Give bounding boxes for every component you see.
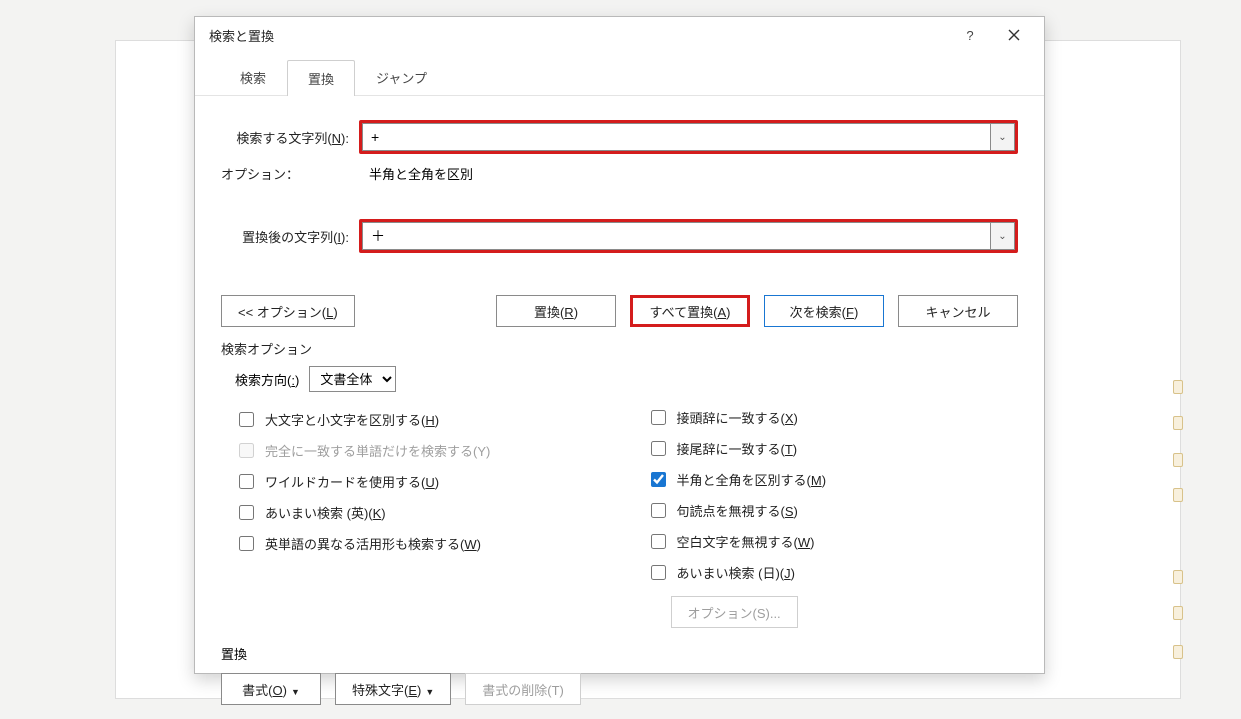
word-forms-label: 英単語の異なる活用形も検索する(W) — [265, 534, 481, 553]
fuzzy-en-label: あいまい検索 (英)(K) — [265, 503, 386, 522]
ignore-punct-checkbox[interactable]: 句読点を無視する(S) — [647, 495, 1019, 526]
ignore-space-label: 空白文字を無視する(W) — [677, 532, 815, 551]
word-forms-input[interactable] — [239, 536, 254, 551]
match-suffix-input[interactable] — [651, 441, 666, 456]
fuzzy-ja-options-button: オプション(S)... — [671, 596, 798, 628]
tab-search[interactable]: 検索 — [219, 59, 287, 95]
search-direction-select[interactable]: 文書全体 — [309, 366, 396, 392]
paragraph-mark — [1173, 416, 1183, 430]
fuzzy-ja-label: あいまい検索 (日)(J) — [677, 563, 795, 582]
clear-format-button: 書式の削除(T) — [465, 673, 581, 705]
tab-jump[interactable]: ジャンプ — [355, 59, 448, 95]
options-left-column: 検索方向(:) 文書全体 大文字と小文字を区別する(H) 完全に一致する単語だけ… — [235, 366, 607, 628]
search-options-panel: 検索方向(:) 文書全体 大文字と小文字を区別する(H) 完全に一致する単語だけ… — [195, 360, 1044, 638]
fuzzy-ja-input[interactable] — [651, 565, 666, 580]
chevron-down-icon: ▼ — [425, 687, 434, 697]
chevron-down-icon: ▼ — [291, 687, 300, 697]
footer-title: 置換 — [221, 644, 1018, 663]
search-direction-row: 検索方向(:) 文書全体 — [235, 366, 607, 392]
wildcard-checkbox[interactable]: ワイルドカードを使用する(U) — [235, 466, 607, 497]
replace-input[interactable] — [363, 223, 990, 249]
options-right-column: 接頭辞に一致する(X) 接尾辞に一致する(T) 半角と全角を区別する(M) 句読… — [647, 366, 1019, 628]
tab-replace[interactable]: 置換 — [287, 60, 355, 96]
cancel-button[interactable]: キャンセル — [898, 295, 1018, 327]
whole-word-label: 完全に一致する単語だけを検索する(Y) — [265, 441, 490, 460]
option-note-label: オプション： — [221, 164, 369, 183]
paragraph-mark — [1173, 380, 1183, 394]
paragraph-mark — [1173, 645, 1183, 659]
find-combo[interactable]: ⌄ — [362, 123, 1015, 151]
find-replace-dialog: 検索と置換 ? 検索 置換 ジャンプ 検索する文字列(N): ⌄ オプション： … — [194, 16, 1045, 674]
match-case-input[interactable] — [239, 412, 254, 427]
chevron-down-icon: ⌄ — [998, 231, 1006, 242]
paragraph-mark — [1173, 570, 1183, 584]
wildcard-label: ワイルドカードを使用する(U) — [265, 472, 439, 491]
find-input[interactable] — [363, 124, 990, 150]
ignore-space-checkbox[interactable]: 空白文字を無視する(W) — [647, 526, 1019, 557]
match-case-label: 大文字と小文字を区別する(H) — [265, 410, 439, 429]
find-label: 検索する文字列(N): — [221, 128, 359, 147]
chevron-down-icon: ⌄ — [998, 132, 1006, 143]
close-button[interactable] — [992, 20, 1036, 50]
replace-all-button[interactable]: すべて置換(A) — [630, 295, 750, 327]
find-dropdown[interactable]: ⌄ — [990, 124, 1014, 150]
dialog-titlebar: 検索と置換 ? — [195, 17, 1044, 53]
match-case-checkbox[interactable]: 大文字と小文字を区別する(H) — [235, 404, 607, 435]
match-width-label: 半角と全角を区別する(M) — [677, 470, 827, 489]
fuzzy-en-checkbox[interactable]: あいまい検索 (英)(K) — [235, 497, 607, 528]
match-suffix-checkbox[interactable]: 接尾辞に一致する(T) — [647, 433, 1019, 464]
match-suffix-label: 接尾辞に一致する(T) — [677, 439, 798, 458]
close-icon — [1008, 29, 1020, 41]
find-field-highlight: ⌄ — [359, 120, 1018, 154]
replace-button[interactable]: 置換(R) — [496, 295, 616, 327]
match-prefix-label: 接頭辞に一致する(X) — [677, 408, 798, 427]
wildcard-input[interactable] — [239, 474, 254, 489]
replace-dropdown[interactable]: ⌄ — [990, 223, 1014, 249]
word-forms-checkbox[interactable]: 英単語の異なる活用形も検索する(W) — [235, 528, 607, 559]
tab-strip: 検索 置換 ジャンプ — [195, 53, 1044, 96]
match-width-checkbox[interactable]: 半角と全角を区別する(M) — [647, 464, 1019, 495]
format-button[interactable]: 書式(O)▼ — [221, 673, 321, 705]
help-button[interactable]: ? — [948, 20, 992, 50]
fuzzy-ja-checkbox[interactable]: あいまい検索 (日)(J) — [647, 557, 1019, 588]
match-prefix-checkbox[interactable]: 接頭辞に一致する(X) — [647, 402, 1019, 433]
ignore-punct-input[interactable] — [651, 503, 666, 518]
find-next-button[interactable]: 次を検索(F) — [764, 295, 884, 327]
whole-word-input — [239, 443, 254, 458]
match-prefix-input[interactable] — [651, 410, 666, 425]
whole-word-checkbox: 完全に一致する単語だけを検索する(Y) — [235, 435, 607, 466]
paragraph-mark — [1173, 453, 1183, 467]
footer-area: 置換 書式(O)▼ 特殊文字(E)▼ 書式の削除(T) — [195, 638, 1044, 719]
ignore-space-input[interactable] — [651, 534, 666, 549]
search-options-title: 検索オプション — [195, 337, 1044, 360]
replace-label: 置換後の文字列(I): — [221, 227, 359, 246]
less-options-button[interactable]: << オプション(L) — [221, 295, 355, 327]
ignore-punct-label: 句読点を無視する(S) — [677, 501, 798, 520]
match-width-input[interactable] — [651, 472, 666, 487]
paragraph-mark — [1173, 488, 1183, 502]
paragraph-mark — [1173, 606, 1183, 620]
option-note-value: 半角と全角を区別 — [369, 164, 473, 183]
search-direction-label: 検索方向(:) — [235, 370, 299, 389]
special-button[interactable]: 特殊文字(E)▼ — [335, 673, 451, 705]
replace-field-highlight: ⌄ — [359, 219, 1018, 253]
fuzzy-en-input[interactable] — [239, 505, 254, 520]
replace-combo[interactable]: ⌄ — [362, 222, 1015, 250]
dialog-title: 検索と置換 — [209, 26, 948, 45]
button-row: << オプション(L) 置換(R) すべて置換(A) 次を検索(F) キャンセル — [195, 267, 1044, 337]
form-area: 検索する文字列(N): ⌄ オプション： 半角と全角を区別 置換後の文字列(I)… — [195, 96, 1044, 267]
